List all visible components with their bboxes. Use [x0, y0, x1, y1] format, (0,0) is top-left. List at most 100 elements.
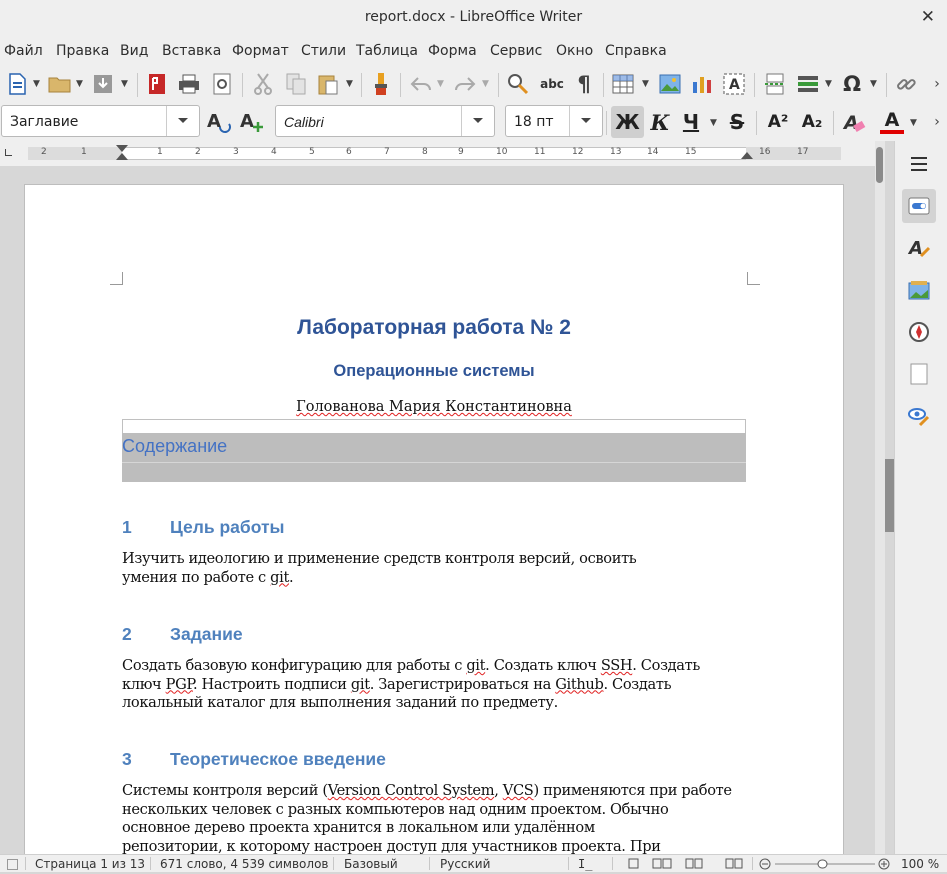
style-inspector-icon[interactable]	[902, 399, 936, 433]
paragraph-goal[interactable]: Изучить идеологию и применение средств к…	[122, 550, 747, 587]
save-icon[interactable]	[90, 71, 116, 97]
language-status[interactable]: Русский	[440, 857, 490, 871]
zoom-slider[interactable]	[759, 856, 891, 871]
strikethrough-button[interactable]: S	[724, 106, 750, 138]
page-icon[interactable]	[902, 357, 936, 391]
chevron-down-icon[interactable]: ▼	[710, 118, 717, 128]
redo-icon[interactable]	[452, 71, 478, 97]
chevron-down-icon[interactable]: ▼	[910, 118, 917, 128]
menu-table[interactable]: Таблица	[356, 43, 418, 59]
insert-image-icon[interactable]	[657, 71, 683, 97]
menu-tools[interactable]: Сервис	[490, 43, 542, 59]
clear-formatting-icon[interactable]: A	[840, 106, 868, 138]
left-indent-marker[interactable]	[116, 153, 128, 160]
paragraph-task[interactable]: Создать базовую конфигурацию для работы …	[122, 657, 747, 713]
chevron-down-icon[interactable]: ▼	[33, 79, 40, 89]
toc-heading[interactable]: Содержание	[122, 433, 746, 462]
special-character-icon[interactable]: Ω	[839, 71, 865, 97]
new-style-icon[interactable]: A	[238, 108, 266, 136]
font-color-button[interactable]: A	[877, 106, 907, 138]
subscript-button[interactable]: A₂	[797, 106, 827, 138]
cut-icon[interactable]	[250, 71, 276, 97]
chevron-down-icon[interactable]: ▼	[642, 79, 649, 89]
update-style-icon[interactable]: A	[205, 108, 233, 136]
text-run: .	[288, 568, 294, 586]
font-name-combo[interactable]: Calibri	[275, 105, 495, 137]
undo-icon[interactable]	[408, 71, 434, 97]
ruler-number: 8	[422, 147, 428, 157]
document-title[interactable]: Лабораторная работа № 2	[25, 316, 843, 340]
menu-view[interactable]: Вид	[120, 43, 148, 59]
ruler-number: 1	[81, 147, 87, 157]
chevron-down-icon[interactable]: ▼	[121, 79, 128, 89]
insert-chart-icon[interactable]	[689, 71, 715, 97]
properties-icon[interactable]	[902, 189, 936, 223]
chevron-down-icon[interactable]: ▼	[76, 79, 83, 89]
document-author[interactable]: Голованова Мария Константиновна	[25, 399, 843, 415]
document-page[interactable]: Лабораторная работа № 2 Операционные сис…	[24, 184, 844, 854]
close-window-button[interactable]: ✕	[921, 7, 935, 27]
navigator-icon[interactable]	[902, 315, 936, 349]
sidebar-menu-icon[interactable]	[902, 147, 936, 181]
paragraph-style-combo[interactable]: Заглавие	[1, 105, 200, 137]
print-icon[interactable]	[176, 71, 202, 97]
chevron-down-icon[interactable]: ▼	[825, 79, 832, 89]
insert-mode-icon[interactable]: I̲	[578, 857, 592, 871]
vertical-scrollbar[interactable]	[875, 141, 885, 854]
insert-hyperlink-icon[interactable]	[893, 71, 919, 97]
word-count[interactable]: 671 слово, 4 539 символов	[160, 857, 329, 871]
new-document-icon[interactable]	[4, 71, 30, 97]
export-pdf-icon[interactable]	[144, 71, 170, 97]
bold-button[interactable]: Ж	[611, 106, 644, 138]
styles-icon[interactable]: A	[902, 231, 936, 265]
insert-textbox-icon[interactable]: A	[721, 71, 747, 97]
menu-form[interactable]: Форма	[428, 43, 477, 59]
menu-window[interactable]: Окно	[556, 43, 593, 59]
insert-field-icon[interactable]	[795, 71, 821, 97]
menu-styles[interactable]: Стили	[301, 43, 346, 59]
print-preview-icon[interactable]	[209, 71, 235, 97]
superscript-button[interactable]: A²	[763, 106, 793, 138]
more-options-icon[interactable]: ›	[928, 106, 946, 138]
scrollbar-thumb[interactable]	[876, 147, 883, 183]
find-replace-icon[interactable]	[505, 71, 531, 97]
formatting-marks-icon[interactable]: ¶	[571, 71, 597, 97]
menu-edit[interactable]: Правка	[56, 43, 109, 59]
gallery-icon[interactable]	[902, 273, 936, 307]
horizontal-ruler[interactable]: 2 1 1 2 3 4 5 6 7 8 9 10 11 12 13 14 15 …	[0, 141, 875, 166]
document-subtitle[interactable]: Операционные системы	[25, 362, 843, 381]
copy-icon[interactable]	[283, 71, 309, 97]
tab-type-icon[interactable]	[5, 149, 12, 156]
paste-icon[interactable]	[315, 71, 341, 97]
sidebar-collapse-handle[interactable]	[885, 459, 894, 532]
page-count[interactable]: Страница 1 из 13	[35, 857, 145, 871]
clone-formatting-icon[interactable]	[368, 71, 394, 97]
paragraph-theory[interactable]: Системы контроля версий (Version Control…	[122, 782, 747, 854]
chevron-down-icon[interactable]: ▼	[870, 79, 877, 89]
right-indent-marker[interactable]	[741, 152, 753, 159]
spellcheck-icon[interactable]: abc	[537, 71, 567, 97]
chevron-down-icon[interactable]	[569, 106, 602, 136]
more-options-icon[interactable]: ›	[928, 71, 946, 97]
chevron-down-icon[interactable]	[461, 106, 494, 136]
underline-button[interactable]: Ч	[678, 106, 704, 138]
chevron-down-icon[interactable]	[166, 106, 199, 136]
document-area[interactable]: Лабораторная работа № 2 Операционные сис…	[0, 166, 875, 854]
chevron-down-icon[interactable]: ▼	[437, 79, 444, 89]
menu-help[interactable]: Справка	[605, 43, 667, 59]
menu-file[interactable]: Файл	[4, 43, 43, 59]
font-size-combo[interactable]: 18 пт	[505, 105, 603, 137]
first-line-indent-marker[interactable]	[116, 145, 128, 152]
open-folder-icon[interactable]	[47, 71, 73, 97]
toc-entry-placeholder[interactable]	[122, 462, 746, 482]
view-layout-icons[interactable]	[628, 858, 758, 869]
italic-button[interactable]: К	[647, 106, 673, 138]
menu-insert[interactable]: Вставка	[162, 43, 221, 59]
insert-page-break-icon[interactable]	[762, 71, 788, 97]
chevron-down-icon[interactable]: ▼	[482, 79, 489, 89]
page-style[interactable]: Базовый	[344, 857, 398, 871]
insert-table-icon[interactable]	[610, 71, 636, 97]
zoom-level[interactable]: 100 %	[901, 857, 939, 871]
chevron-down-icon[interactable]: ▼	[346, 79, 353, 89]
menu-format[interactable]: Формат	[232, 43, 289, 59]
